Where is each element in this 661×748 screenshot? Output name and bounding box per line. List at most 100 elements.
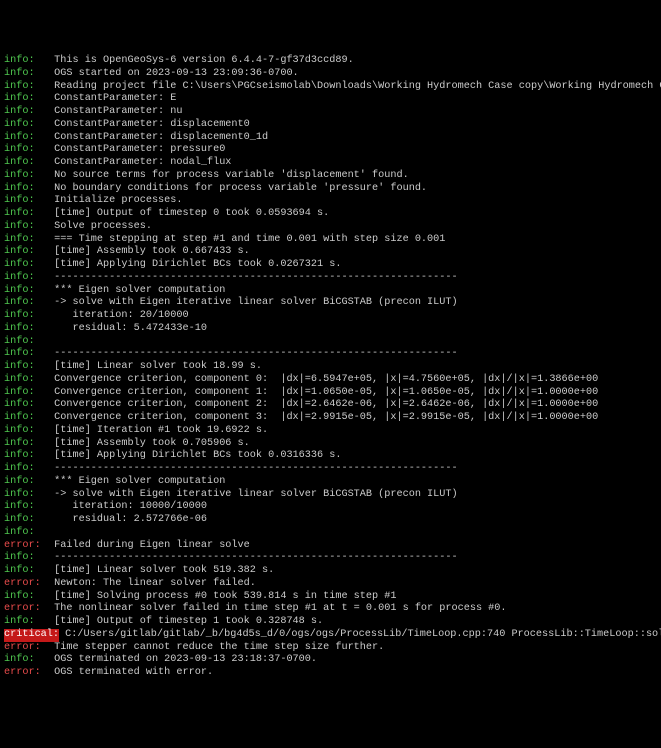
log-level: info:	[4, 412, 48, 425]
log-message: ConstantParameter: E	[54, 93, 176, 104]
log-line: info: This is OpenGeoSys-6 version 6.4.4…	[4, 55, 657, 68]
log-level: info:	[4, 119, 48, 132]
log-message: Initialize processes.	[54, 195, 182, 206]
log-line: info: ConstantParameter: pressure0	[4, 144, 657, 157]
log-level: info:	[4, 565, 48, 578]
log-level: info:	[4, 399, 48, 412]
log-level: error:	[4, 603, 48, 616]
log-level: info:	[4, 170, 48, 183]
log-line: info: [time] Solving process #0 took 539…	[4, 591, 657, 604]
log-message: ----------------------------------------…	[54, 272, 458, 283]
log-level: info:	[4, 297, 48, 310]
log-line: critical: C:/Users/gitlab/gitlab/_b/bg4d…	[4, 629, 657, 642]
log-message: Failed during Eigen linear solve	[54, 540, 250, 551]
log-line: error: OGS terminated with error.	[4, 667, 657, 680]
log-message: ConstantParameter: nodal_flux	[54, 157, 231, 168]
log-message: ConstantParameter: nu	[54, 106, 182, 117]
log-level: info:	[4, 323, 48, 336]
log-message: [time] Output of timestep 0 took 0.05936…	[54, 208, 329, 219]
log-level: info:	[4, 348, 48, 361]
log-line: info: ----------------------------------…	[4, 348, 657, 361]
log-line: error: Time stepper cannot reduce the ti…	[4, 642, 657, 655]
log-line: info: [time] Assembly took 0.705906 s.	[4, 438, 657, 451]
log-level: error:	[4, 667, 48, 680]
log-level: info:	[4, 489, 48, 502]
log-level: info:	[4, 285, 48, 298]
log-line: error: Newton: The linear solver failed.	[4, 578, 657, 591]
log-level: info:	[4, 310, 48, 323]
log-level: info:	[4, 616, 48, 629]
log-level: info:	[4, 514, 48, 527]
log-level: info:	[4, 591, 48, 604]
log-line: info: residual: 2.572766e-06	[4, 514, 657, 527]
log-level: info:	[4, 527, 48, 540]
log-message: [time] Applying Dirichlet BCs took 0.031…	[54, 450, 341, 461]
log-message: residual: 2.572766e-06	[54, 514, 207, 525]
log-line: info: Convergence criterion, component 0…	[4, 374, 657, 387]
log-level: info:	[4, 463, 48, 476]
log-level: info:	[4, 68, 48, 81]
log-line: info: iteration: 10000/10000	[4, 501, 657, 514]
log-line: info: Convergence criterion, component 3…	[4, 412, 657, 425]
log-level: info:	[4, 501, 48, 514]
log-level: info:	[4, 450, 48, 463]
log-line: info: ConstantParameter: nodal_flux	[4, 157, 657, 170]
log-line: info: Reading project file C:\Users\PGCs…	[4, 81, 657, 94]
log-message: ConstantParameter: displacement0_1d	[54, 132, 268, 143]
log-line: info: === Time stepping at step #1 and t…	[4, 234, 657, 247]
log-line: info: [time] Iteration #1 took 19.6922 s…	[4, 425, 657, 438]
log-level: info:	[4, 55, 48, 68]
log-line: error: The nonlinear solver failed in ti…	[4, 603, 657, 616]
log-level: info:	[4, 157, 48, 170]
log-message: Convergence criterion, component 2: |dx|…	[54, 399, 598, 410]
log-level: info:	[4, 425, 48, 438]
log-message: [time] Applying Dirichlet BCs took 0.026…	[54, 259, 341, 270]
log-level: error:	[4, 642, 48, 655]
log-message: OGS terminated on 2023-09-13 23:18:37-07…	[54, 654, 317, 665]
log-message: [time] Linear solver took 18.99 s.	[54, 361, 262, 372]
log-level: info:	[4, 654, 48, 667]
log-line: info:	[4, 336, 657, 349]
log-line: info: ConstantParameter: nu	[4, 106, 657, 119]
log-level: info:	[4, 552, 48, 565]
log-level: info:	[4, 374, 48, 387]
log-level: info:	[4, 106, 48, 119]
log-message: Solve processes.	[54, 221, 152, 232]
log-message: Convergence criterion, component 1: |dx|…	[54, 387, 598, 398]
log-message: residual: 5.472433e-10	[54, 323, 207, 334]
log-level: info:	[4, 234, 48, 247]
log-message: Reading project file C:\Users\PGCseismol…	[54, 81, 661, 92]
log-line: info: iteration: 20/10000	[4, 310, 657, 323]
log-message: C:/Users/gitlab/gitlab/_b/bg4d5s_d/0/ogs…	[65, 629, 661, 640]
log-message: ----------------------------------------…	[54, 463, 458, 474]
log-message: ConstantParameter: pressure0	[54, 144, 225, 155]
log-message: -> solve with Eigen iterative linear sol…	[54, 489, 458, 500]
log-line: info: -> solve with Eigen iterative line…	[4, 489, 657, 502]
log-message: *** Eigen solver computation	[54, 285, 225, 296]
log-message: ----------------------------------------…	[54, 552, 458, 563]
log-level: info:	[4, 438, 48, 451]
log-line: info: OGS terminated on 2023-09-13 23:18…	[4, 654, 657, 667]
log-line: info: Solve processes.	[4, 221, 657, 234]
log-level: info:	[4, 93, 48, 106]
log-level: info:	[4, 387, 48, 400]
log-message: -> solve with Eigen iterative linear sol…	[54, 297, 458, 308]
log-message: Newton: The linear solver failed.	[54, 578, 256, 589]
log-line: info: -> solve with Eigen iterative line…	[4, 297, 657, 310]
log-line: info: residual: 5.472433e-10	[4, 323, 657, 336]
log-level: info:	[4, 183, 48, 196]
log-message: [time] Linear solver took 519.382 s.	[54, 565, 274, 576]
log-message: Time stepper cannot reduce the time step…	[54, 642, 384, 653]
log-message: No boundary conditions for process varia…	[54, 183, 427, 194]
log-line: info: *** Eigen solver computation	[4, 285, 657, 298]
log-line: info: [time] Assembly took 0.667433 s.	[4, 246, 657, 259]
log-line: info: [time] Applying Dirichlet BCs took…	[4, 259, 657, 272]
log-level: info:	[4, 208, 48, 221]
log-message: The nonlinear solver failed in time step…	[54, 603, 506, 614]
log-level: info:	[4, 144, 48, 157]
log-message: This is OpenGeoSys-6 version 6.4.4-7-gf3…	[54, 55, 354, 66]
log-message: OGS started on 2023-09-13 23:09:36-0700.	[54, 68, 299, 79]
log-message: ConstantParameter: displacement0	[54, 119, 250, 130]
log-message: [time] Assembly took 0.705906 s.	[54, 438, 250, 449]
log-level: info:	[4, 195, 48, 208]
